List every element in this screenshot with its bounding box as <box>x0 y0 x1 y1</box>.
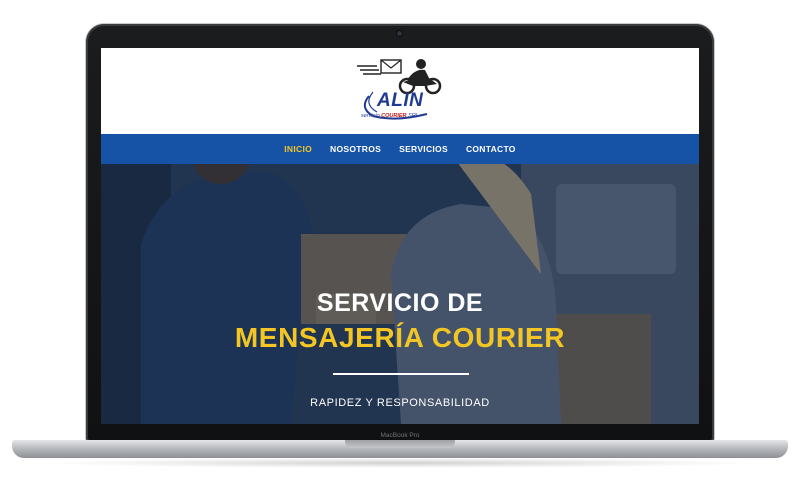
main-navigation: INICIO NOSOTROS SERVICIOS CONTACTO <box>101 134 699 164</box>
hero-title-line1: SERVICIO DE <box>316 289 484 317</box>
nav-item-inicio[interactable]: INICIO <box>284 142 312 156</box>
hero-title-line2: MENSAJERÍA COURIER <box>234 322 566 353</box>
hero-subtitle: RAPIDEZ Y RESPONSABILIDAD <box>310 397 490 409</box>
site-header: ALIN servicio COURIER SRL <box>101 48 699 134</box>
hero-banner: SERVICIO DE MENSAJERÍA COURIER RAPIDEZ Y… <box>101 164 699 424</box>
logo-tagline-prefix: servicio <box>361 113 382 119</box>
logo-name: ALIN <box>377 90 424 111</box>
logo-tagline-highlight: COURIER <box>381 113 407 119</box>
nav-item-servicios[interactable]: SERVICIOS <box>399 142 448 156</box>
device-brand-label: MacBook Pro <box>380 432 420 439</box>
nav-item-contacto[interactable]: CONTACTO <box>466 142 516 156</box>
hero-divider <box>333 373 469 375</box>
website-screen: ALIN servicio COURIER SRL INICIO NOSOTRO… <box>101 48 699 424</box>
camera-icon <box>397 31 402 36</box>
laptop-shadow <box>40 458 760 468</box>
laptop-opening-notch <box>345 440 455 448</box>
nav-item-nosotros[interactable]: NOSOTROS <box>330 142 381 156</box>
company-logo[interactable]: ALIN servicio COURIER SRL <box>355 56 447 126</box>
laptop-mockup: ALIN servicio COURIER SRL INICIO NOSOTRO… <box>0 0 800 487</box>
logo-tagline-suffix: SRL <box>406 113 419 119</box>
logo-tagline: servicio COURIER SRL <box>361 113 453 119</box>
